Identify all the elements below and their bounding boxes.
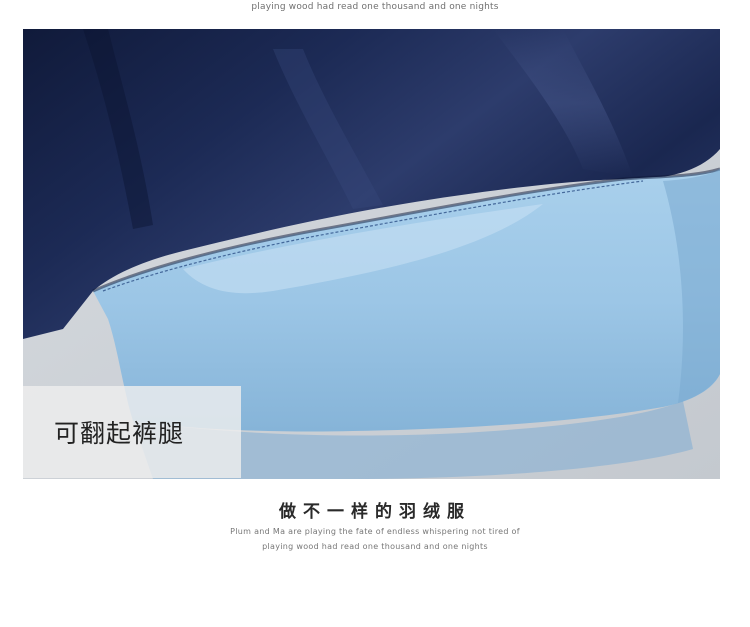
feature-label-text: 可翻起裤腿 [54,419,185,448]
feature-label-box: 可翻起裤腿 [23,386,241,478]
product-photo: 可翻起裤腿 [23,29,720,479]
headline: 做不一样的羽绒服 [279,502,471,522]
caption-line-2: playing wood had read one thousand and o… [262,542,488,551]
caption-line-1: Plum and Ma are playing the fate of endl… [230,527,520,536]
top-caption: playing wood had read one thousand and o… [251,2,499,12]
